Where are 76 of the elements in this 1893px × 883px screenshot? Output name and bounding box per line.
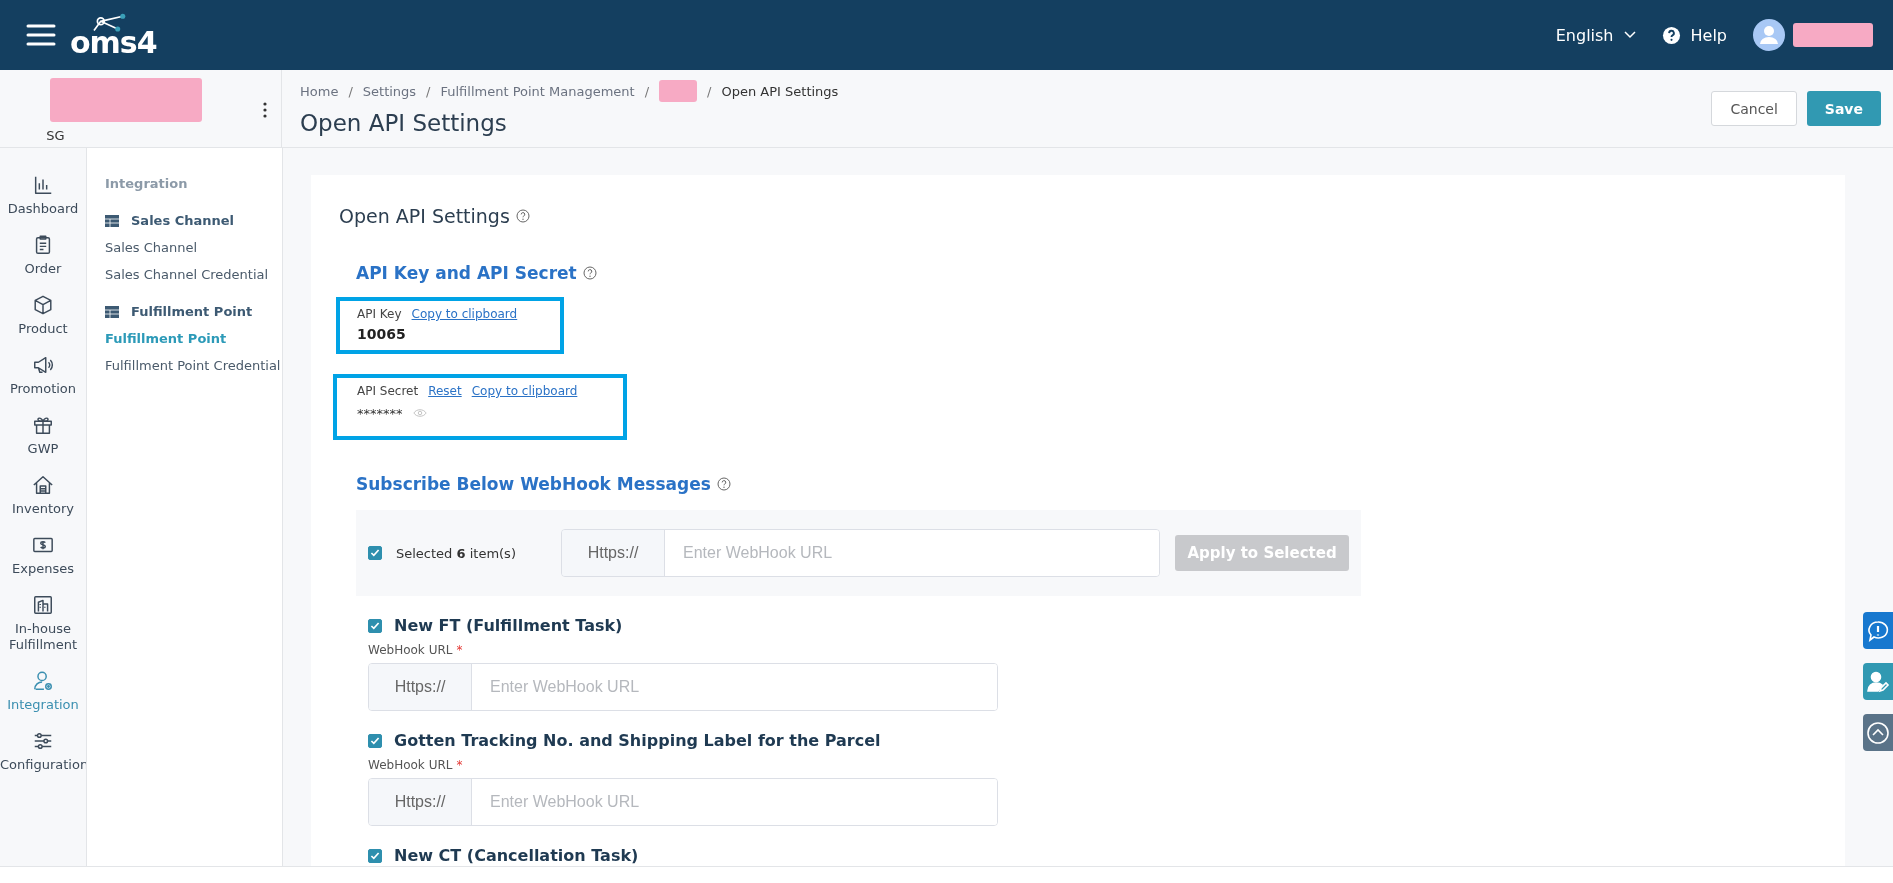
required-mark: * <box>456 643 463 657</box>
checkbox[interactable] <box>368 618 382 633</box>
megaphone-icon <box>32 354 54 376</box>
table-icon <box>105 214 119 227</box>
reset-link[interactable]: Reset <box>428 384 462 398</box>
nav-item[interactable]: GWP <box>0 414 86 457</box>
field-label: WebHook URL <box>368 758 453 772</box>
copy-link[interactable]: Copy to clipboard <box>411 307 518 321</box>
help-icon[interactable] <box>716 477 731 491</box>
field-label: API Secret <box>357 384 419 398</box>
api-key-value: 10065 <box>357 326 407 342</box>
selection-count: Selected 6 item(s) <box>396 545 517 561</box>
breadcrumb-link[interactable]: Settings <box>362 83 417 99</box>
nav-item[interactable]: Dashboard <box>0 174 86 217</box>
breadcrumb-separator: / <box>644 83 650 99</box>
help-icon[interactable] <box>582 266 597 280</box>
breadcrumb-link[interactable]: Fulfillment Point Management <box>440 83 635 99</box>
help-icon <box>1661 25 1681 45</box>
help-icon[interactable] <box>515 209 530 223</box>
subnav-group-title: Fulfillment Point <box>131 304 253 319</box>
language-selector[interactable]: English <box>1555 25 1636 45</box>
house-icon <box>32 474 54 496</box>
url-field[interactable]: Https:// Enter WebHook URL <box>368 663 998 711</box>
feedback-button[interactable] <box>1863 612 1893 649</box>
more-icon[interactable] <box>263 102 267 118</box>
api-secret-value: ******* <box>357 406 403 421</box>
region-label: SG <box>46 128 65 143</box>
subnav-item[interactable]: Fulfillment Point Credential <box>105 358 282 373</box>
menu-icon[interactable] <box>26 23 56 47</box>
field-label: WebHook URL <box>368 643 453 657</box>
field-label: API Key <box>357 307 402 321</box>
redaction-mark <box>659 80 698 102</box>
checkbox[interactable] <box>368 546 382 560</box>
message-title: New FT (Fulfillment Task) <box>394 616 623 635</box>
section-heading: API Key and API Secret <box>356 263 577 283</box>
breadcrumb-separator: / <box>348 83 353 99</box>
url-field[interactable]: Https:// Enter WebHook URL <box>368 778 998 826</box>
subnav-item[interactable]: Sales Channel <box>105 240 282 255</box>
table-icon <box>105 305 119 318</box>
scroll-top-button[interactable] <box>1863 714 1893 751</box>
help-button[interactable]: Help <box>1661 25 1727 45</box>
message-title: New CT (Cancellation Task) <box>394 846 639 865</box>
message-title: Gotten Tracking No. and Shipping Label for the Parcel <box>394 731 881 750</box>
avatar-icon[interactable] <box>1753 19 1785 51</box>
url-field[interactable]: Https:// Enter WebHook URL <box>561 529 1161 577</box>
subnav-title: Integration <box>105 176 189 191</box>
person-icon <box>32 670 54 692</box>
subnav-group-title: Sales Channel <box>131 213 235 228</box>
checkbox[interactable] <box>368 848 382 863</box>
building-icon <box>32 594 54 616</box>
page-title: Open API Settings <box>300 110 508 136</box>
subnav-item[interactable]: Sales Channel Credential <box>105 267 282 282</box>
sliders-icon <box>32 730 54 752</box>
caret-icon <box>1623 31 1636 39</box>
user-edit-button[interactable] <box>1863 663 1893 700</box>
nav-item[interactable]: In-house Fulfillment <box>0 594 86 653</box>
logo-text: oms4 <box>70 28 157 58</box>
nav-item[interactable]: Integration <box>0 670 86 713</box>
breadcrumb-separator: / <box>707 83 712 99</box>
card-title: Open API Settings <box>339 205 510 227</box>
cancel-button[interactable]: Cancel <box>1711 91 1797 126</box>
section-heading: Subscribe Below WebHook Messages <box>356 474 711 494</box>
nav-item[interactable]: Product <box>0 294 86 337</box>
nav-item[interactable]: Expenses <box>0 534 86 577</box>
box-icon <box>32 294 54 316</box>
breadcrumb-separator: / <box>426 83 431 99</box>
checkbox[interactable] <box>368 733 382 748</box>
nav-item[interactable]: Order <box>0 234 86 277</box>
breadcrumb-current: Open API Settings <box>721 83 839 99</box>
nav-item[interactable]: Inventory <box>0 474 86 517</box>
breadcrumb-link[interactable]: Home <box>300 83 339 99</box>
copy-link[interactable]: Copy to clipboard <box>471 384 578 398</box>
gift-icon <box>32 414 54 436</box>
required-mark: * <box>456 758 463 772</box>
chart-icon <box>32 174 54 196</box>
nav-item[interactable]: Promotion <box>0 354 86 397</box>
